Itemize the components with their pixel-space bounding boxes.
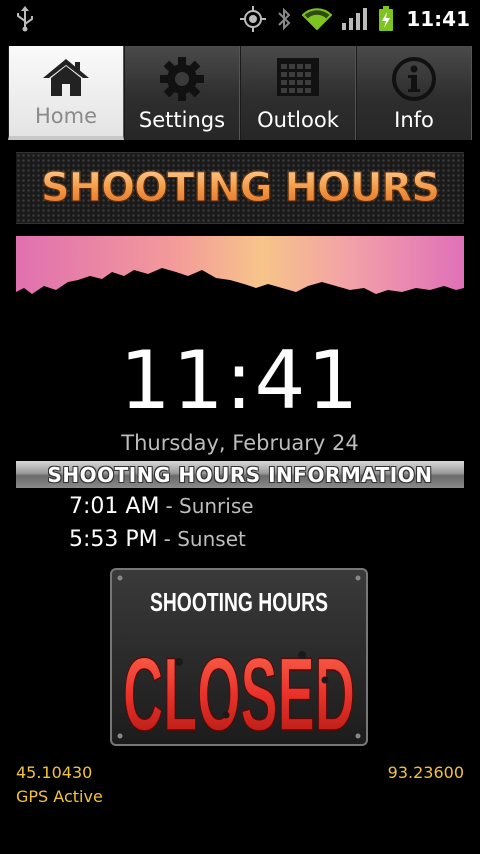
tab-label: Info [394,108,434,132]
calendar-icon [275,56,321,102]
tab-settings[interactable]: Settings [124,46,240,140]
sunset-illustration [16,236,464,312]
info-header-text: SHOOTING HOURS INFORMATION [47,462,433,487]
sun-times: 7:01 AM - Sunrise 5:53 PM - Sunset [69,494,254,560]
info-icon [391,56,437,106]
sunset-label: - Sunset [163,527,246,551]
wifi-icon [302,7,333,31]
sunset-row: 5:53 PM - Sunset [69,527,254,560]
sunrise-time: 7:01 AM [69,494,160,519]
sunrise-label: - Sunrise [165,494,254,518]
signal-icon [342,7,368,31]
home-icon [41,56,91,102]
bluetooth-icon [276,6,292,32]
tab-bar: Home Settings Outlook Info [8,46,472,140]
sunrise-row: 7:01 AM - Sunrise [69,494,254,527]
tab-label: Settings [138,108,226,132]
tab-label: Outlook [257,108,339,132]
status-time: 11:41 [406,7,470,31]
gps-longitude: 93.23600 [387,763,464,782]
status-sign: SHOOTING HOURS CLOSED [110,568,368,754]
sign-top-text: SHOOTING HOURS [150,587,328,617]
usb-icon [14,6,36,36]
tab-info[interactable]: Info [356,46,472,140]
status-bar: 11:41 [0,0,480,38]
gear-icon [159,56,205,106]
banner-title: SHOOTING HOURS [40,165,440,212]
gps-icon [240,6,267,32]
sign-main-text: CLOSED [123,637,355,744]
gps-latitude: 45.10430 [16,763,93,782]
closed-sign-graphic: SHOOTING HOURS CLOSED [117,575,361,754]
info-header: SHOOTING HOURS INFORMATION [16,461,464,488]
clock-date: Thursday, February 24 [121,431,359,455]
tab-outlook[interactable]: Outlook [240,46,356,140]
tab-label: Home [34,104,97,128]
app-banner: SHOOTING HOURS [16,152,464,224]
tab-home[interactable]: Home [8,46,124,140]
gps-status: GPS Active [16,787,103,806]
clock-time: 11:41 [119,334,361,427]
battery-charging-icon [378,6,394,32]
sunset-time: 5:53 PM [69,527,158,552]
